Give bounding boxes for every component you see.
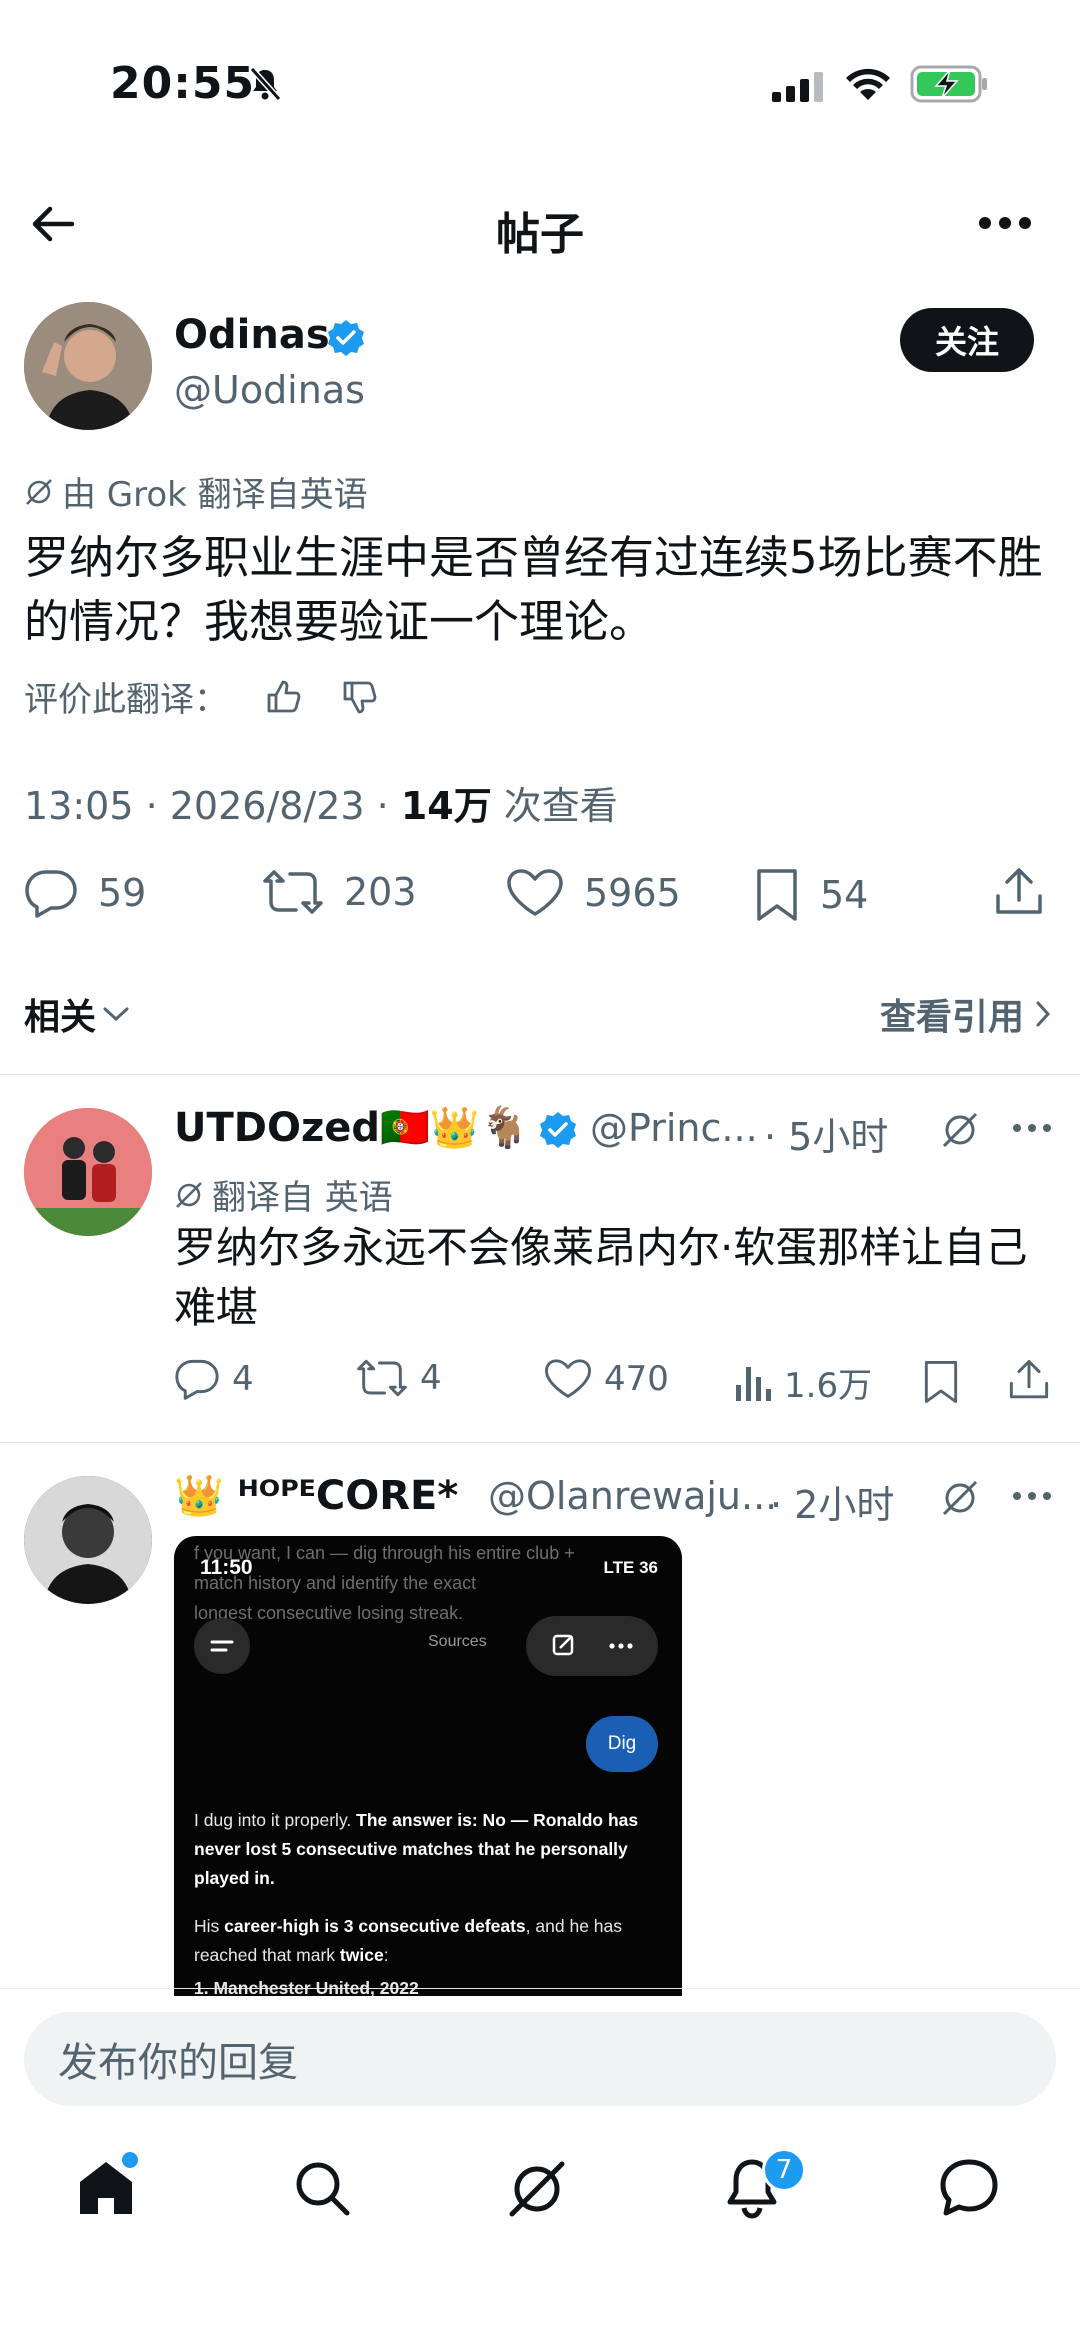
bookmark-icon[interactable] <box>754 868 800 922</box>
author-avatar[interactable] <box>24 302 152 430</box>
share-icon[interactable] <box>994 866 1044 918</box>
reply-input[interactable]: 发布你的回复 <box>24 2012 1056 2106</box>
bookmark-count: 54 <box>820 873 869 917</box>
reply-like-action[interactable]: 470 <box>544 1358 669 1400</box>
reply-views-count: 1.6万 <box>784 1366 873 1406</box>
share-icon[interactable] <box>1008 1358 1050 1402</box>
messages-tab-icon[interactable] <box>938 2158 1000 2218</box>
screenshot-career-paragraph: His career-high is 3 consecutive defeats… <box>194 1912 654 1970</box>
screenshot-menu-icon <box>194 1618 250 1674</box>
repost-icon[interactable] <box>356 1358 408 1398</box>
grok-icon[interactable] <box>940 1478 980 1518</box>
grok-icon <box>174 1180 204 1210</box>
view-count[interactable]: 14万 <box>401 784 492 828</box>
verified-badge-icon <box>538 1110 578 1150</box>
career-bold-2: twice <box>339 1945 384 1965</box>
status-time: 20:55 <box>110 58 256 109</box>
divider <box>0 1074 1080 1075</box>
like-action[interactable]: 5965 <box>506 868 681 918</box>
translation-note-text: 由 Grok 翻译自英语 <box>62 475 368 515</box>
chevron-down-icon <box>102 1004 130 1024</box>
screenshot-faded-text: f you want, I can — dig through his enti… <box>194 1543 575 1623</box>
reply-like-count: 470 <box>604 1359 669 1399</box>
grok-tab-icon[interactable] <box>506 2158 568 2220</box>
analytics-icon[interactable] <box>734 1363 772 1403</box>
heart-icon[interactable] <box>506 868 564 918</box>
related-label: 相关 <box>24 997 97 1038</box>
translation-note: 由 Grok 翻译自英语 <box>24 467 368 516</box>
view-label: 次查看 <box>491 784 618 828</box>
reply-author-handle[interactable]: @Olanrewaju... <box>488 1474 777 1518</box>
reply-translation-note: 翻译自 英语 <box>174 1170 393 1219</box>
reply-author-handle[interactable]: @Princ... <box>590 1106 758 1150</box>
more-options-icon[interactable] <box>978 216 1032 230</box>
signal-icon <box>772 72 826 102</box>
answer-plain: I dug into it properly. <box>194 1810 357 1830</box>
screenshot-dig-bubble: Dig <box>586 1716 658 1772</box>
post-timestamp: 13:05 · 2026/8/23 · <box>24 784 401 828</box>
battery-charging-icon <box>910 64 990 104</box>
post-meta: 13:05 · 2026/8/23 · 14万 次查看 <box>24 775 618 830</box>
heart-icon[interactable] <box>544 1358 592 1400</box>
screenshot-sources: Sources <box>428 1633 487 1650</box>
reply-avatar[interactable] <box>24 1108 152 1236</box>
silent-bell-icon <box>248 66 282 102</box>
chevron-right-icon <box>1034 999 1052 1029</box>
reply-author-name[interactable]: UTDOzed🇵🇹👑🐐 <box>174 1104 529 1151</box>
follow-button[interactable]: 关注 <box>900 308 1034 372</box>
author-handle[interactable]: @Uodinas <box>174 368 365 412</box>
like-count: 5965 <box>584 871 681 915</box>
reply-repost-count: 4 <box>420 1358 442 1398</box>
page-title: 帖子 <box>496 209 584 260</box>
reply-author-name[interactable]: 👑 ᴴᴼᴾᴱCORE* <box>174 1472 458 1519</box>
rate-translation: 评价此翻译： <box>24 672 380 721</box>
wifi-icon <box>845 66 891 102</box>
reply-text: 罗纳尔多永远不会像莱昂内尔·软蛋那样让自己难堪 <box>174 1223 1028 1332</box>
more-options-icon[interactable] <box>1012 1122 1052 1134</box>
reply-repost-action[interactable]: 4 <box>356 1358 442 1398</box>
bookmark-icon[interactable] <box>922 1360 960 1404</box>
grok-icon <box>24 477 54 507</box>
author-name[interactable]: Odinas <box>174 312 330 358</box>
reply-icon[interactable] <box>174 1358 220 1400</box>
related-filter[interactable]: 相关 <box>24 988 130 1040</box>
career-bold: career-high is 3 consecutive defeats <box>224 1916 526 1936</box>
divider <box>0 1442 1080 1443</box>
reply-time: · 5小时 <box>764 1115 889 1159</box>
thumbs-down-icon[interactable] <box>340 677 380 717</box>
reply-time: · 2小时 <box>770 1483 895 1527</box>
reply-translation-text: 翻译自 英语 <box>212 1178 393 1218</box>
screenshot-edit-more-pill <box>526 1616 658 1676</box>
view-quotes-label: 查看引用 <box>879 997 1024 1038</box>
screenshot-answer-paragraph: I dug into it properly. The answer is: N… <box>194 1806 654 1893</box>
reply-reply-action[interactable]: 4 <box>174 1358 254 1400</box>
career-plain-a: His <box>194 1916 225 1936</box>
reply-count: 59 <box>98 871 147 915</box>
repost-icon[interactable] <box>262 868 324 916</box>
grok-icon[interactable] <box>940 1110 980 1150</box>
reply-icon[interactable] <box>24 868 78 918</box>
view-quotes-link[interactable]: 查看引用 <box>880 988 1052 1040</box>
notifications-badge: 7 <box>762 2148 806 2192</box>
screenshot-time: 11:50 <box>200 1556 253 1579</box>
more-options-icon[interactable] <box>1012 1490 1052 1502</box>
reply-views-action[interactable]: 1.6万 <box>734 1358 872 1407</box>
post-text: 罗纳尔多职业生涯中是否曾经有过连续5场比赛不胜的情况？我想要验证一个理论。 <box>24 531 1043 648</box>
repost-count: 203 <box>344 870 417 914</box>
screenshot-list-item: 1. Manchester United, 2022 <box>194 1978 419 1996</box>
reply-reply-count: 4 <box>232 1359 254 1399</box>
thumbs-up-icon[interactable] <box>264 677 304 717</box>
rate-translation-label: 评价此翻译： <box>24 680 228 720</box>
divider <box>0 1988 1080 1989</box>
career-end: : <box>383 1945 389 1965</box>
screenshot-network: LTE 36 <box>603 1558 658 1577</box>
reply-avatar[interactable] <box>24 1476 152 1604</box>
repost-action[interactable]: 203 <box>262 868 417 916</box>
verified-badge-icon <box>326 318 366 358</box>
reply-action[interactable]: 59 <box>24 868 146 918</box>
bookmark-action[interactable]: 54 <box>754 868 868 922</box>
search-tab-icon[interactable] <box>292 2158 352 2218</box>
home-unread-dot <box>122 2152 138 2168</box>
attached-screenshot[interactable]: f you want, I can — dig through his enti… <box>174 1536 682 1996</box>
